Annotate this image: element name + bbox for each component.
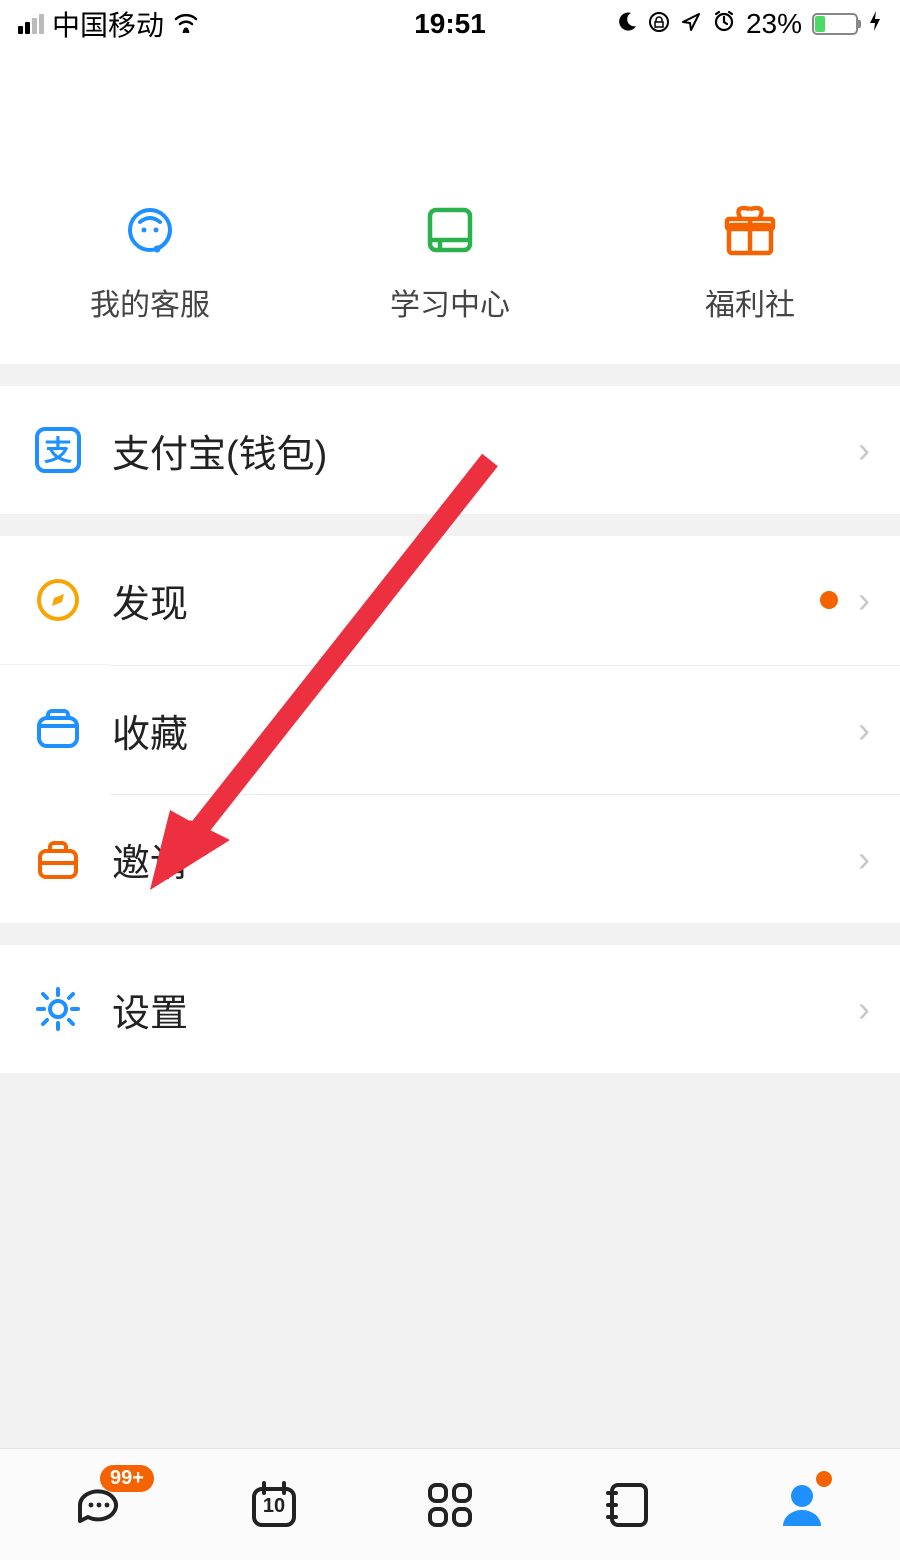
quick-my-service[interactable]: 我的客服	[0, 198, 300, 324]
book-icon	[418, 198, 482, 262]
status-right: 23%	[616, 8, 882, 40]
chevron-right-icon: ›	[858, 709, 870, 751]
messages-badge: 99+	[100, 1465, 154, 1492]
gear-icon	[34, 985, 82, 1033]
row-label: 收藏	[112, 703, 858, 758]
chevron-right-icon: ›	[858, 988, 870, 1030]
headset-icon	[118, 198, 182, 262]
gift-icon	[718, 198, 782, 262]
row-label: 支付宝(钱包)	[112, 423, 858, 478]
alarm-icon	[712, 8, 736, 40]
row-discover[interactable]: 发现 ›	[0, 536, 900, 664]
chevron-right-icon: ›	[858, 579, 870, 621]
quick-label: 我的客服	[90, 280, 210, 324]
folder-icon	[34, 706, 82, 754]
row-settings[interactable]: 设置 ›	[0, 945, 900, 1073]
nav-apps[interactable]	[414, 1469, 486, 1541]
clock: 19:51	[414, 8, 486, 40]
bottom-nav: 99+ 10	[0, 1448, 900, 1560]
quick-actions: 我的客服 学习中心 福利社	[0, 168, 900, 364]
compass-icon	[34, 576, 82, 624]
notification-dot	[816, 1471, 832, 1487]
quick-learning-center[interactable]: 学习中心	[300, 198, 600, 324]
status-left: 中国移动	[18, 4, 200, 44]
row-favorite[interactable]: 收藏 ›	[0, 666, 900, 794]
lock-icon	[648, 8, 670, 40]
header-space	[0, 48, 900, 168]
quick-welfare[interactable]: 福利社	[600, 198, 900, 324]
nav-profile[interactable]	[766, 1469, 838, 1541]
battery-icon	[812, 13, 858, 35]
signal-icon	[18, 14, 44, 34]
quick-label: 学习中心	[390, 280, 510, 324]
nav-calendar[interactable]: 10	[238, 1469, 310, 1541]
calendar-day: 10	[263, 1495, 285, 1518]
chevron-right-icon: ›	[858, 429, 870, 471]
row-label: 发现	[112, 573, 820, 628]
alipay-icon: 支	[34, 426, 82, 474]
location-icon	[680, 8, 702, 40]
nav-messages[interactable]: 99+	[62, 1469, 134, 1541]
quick-label: 福利社	[705, 280, 795, 324]
row-label: 设置	[112, 982, 858, 1037]
nav-notes[interactable]	[590, 1469, 662, 1541]
charging-icon	[868, 8, 882, 40]
briefcase-icon	[34, 835, 82, 883]
row-invite[interactable]: 邀请 ›	[0, 795, 900, 923]
carrier-label: 中国移动	[52, 4, 164, 44]
status-bar: 中国移动 19:51 23%	[0, 0, 900, 48]
wifi-icon	[172, 8, 200, 40]
chevron-right-icon: ›	[858, 838, 870, 880]
svg-text:支: 支	[44, 435, 72, 466]
row-alipay[interactable]: 支 支付宝(钱包) ›	[0, 386, 900, 514]
row-label: 邀请	[112, 832, 858, 887]
notification-dot	[820, 591, 838, 609]
battery-pct: 23%	[746, 8, 802, 40]
moon-icon	[616, 8, 638, 40]
